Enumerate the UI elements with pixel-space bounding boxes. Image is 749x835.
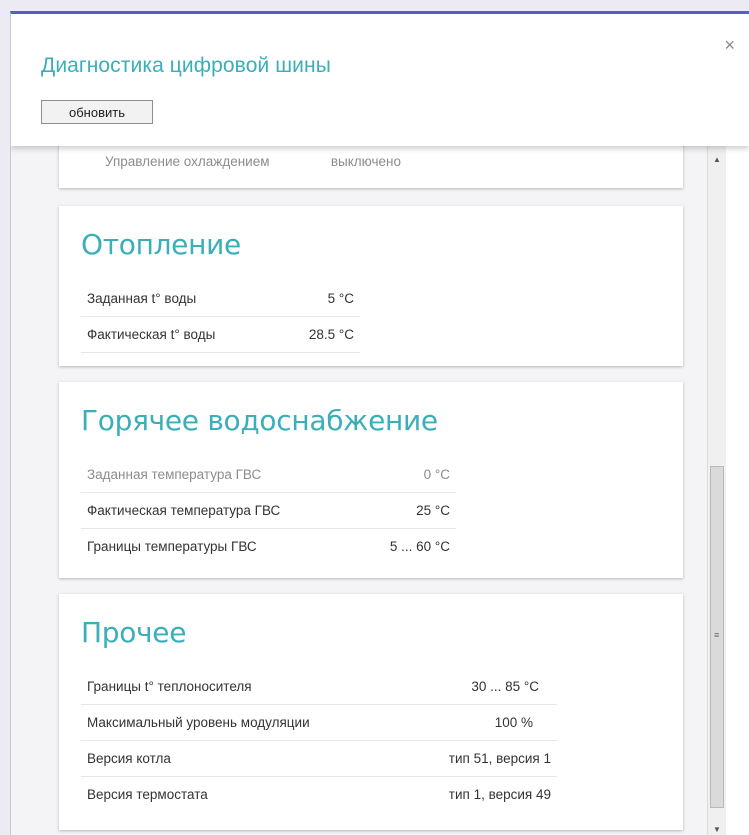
table-row: Фактическая температура ГВС 25 °C bbox=[81, 493, 456, 529]
diagnostics-scroll-area[interactable]: Управление охлаждением выключено Отоплен… bbox=[11, 146, 707, 835]
row-label: Фактическая t° воды bbox=[87, 327, 216, 342]
row-label: Границы температуры ГВС bbox=[87, 539, 257, 554]
row-label: Версия термостата bbox=[87, 787, 208, 802]
refresh-button[interactable]: обновить bbox=[41, 100, 153, 124]
row-value: 100 % bbox=[494, 715, 533, 730]
table-row: Версия котла тип 51, версия 1 bbox=[81, 741, 557, 777]
scroll-thumb[interactable]: ≡ bbox=[710, 466, 724, 808]
heating-title: Отопление bbox=[81, 228, 241, 261]
dialog-title: Диагностика цифровой шины bbox=[41, 54, 331, 77]
dialog-header: Диагностика цифровой шины обновить × bbox=[11, 14, 749, 146]
scroll-up-arrow-icon[interactable]: ▲ bbox=[708, 152, 726, 168]
vertical-scrollbar[interactable]: ▲ ≡ ▼ bbox=[707, 146, 726, 835]
row-value: 25 °C bbox=[416, 503, 450, 518]
cooling-card: Управление охлаждением выключено bbox=[59, 146, 683, 188]
table-row: Заданная t° воды 5 °C bbox=[81, 281, 360, 317]
scroll-down-arrow-icon[interactable]: ▼ bbox=[708, 822, 726, 835]
table-row: Заданная температура ГВС 0 °C bbox=[81, 457, 456, 493]
hot-water-title: Горячее водоснабжение bbox=[81, 404, 438, 437]
row-value: 0 °C bbox=[423, 467, 450, 482]
row-label: Заданная температура ГВС bbox=[87, 467, 262, 482]
diagnostics-dialog: Диагностика цифровой шины обновить × Упр… bbox=[10, 11, 749, 835]
table-row: Управление охлаждением выключено bbox=[81, 146, 461, 182]
row-label: Заданная t° воды bbox=[87, 291, 197, 306]
grip-icon: ≡ bbox=[714, 630, 720, 640]
other-card: Прочее Границы t° теплоносителя 30 ... 8… bbox=[59, 594, 683, 830]
table-row: Фактическая t° воды 28.5 °C bbox=[81, 317, 360, 353]
table-row: Версия термостата тип 1, версия 49 bbox=[81, 777, 557, 813]
row-label: Управление охлаждением bbox=[105, 154, 270, 169]
row-value: выключено bbox=[330, 154, 401, 169]
row-label: Версия котла bbox=[87, 751, 171, 766]
row-value: тип 51, версия 1 bbox=[448, 751, 551, 766]
row-value: 5 °C bbox=[327, 291, 354, 306]
row-label: Границы t° теплоносителя bbox=[87, 679, 252, 694]
table-row: Границы температуры ГВС 5 ... 60 °C bbox=[81, 529, 456, 565]
close-icon[interactable]: × bbox=[724, 36, 735, 54]
other-title: Прочее bbox=[81, 616, 187, 649]
row-label: Максимальный уровень модуляции bbox=[87, 715, 310, 730]
row-value: тип 1, версия 49 bbox=[448, 787, 551, 802]
hot-water-card: Горячее водоснабжение Заданная температу… bbox=[59, 382, 683, 578]
table-row: Границы t° теплоносителя 30 ... 85 °C bbox=[81, 669, 557, 705]
row-value: 5 ... 60 °C bbox=[389, 539, 450, 554]
table-row: Максимальный уровень модуляции 100 % bbox=[81, 705, 557, 741]
heating-card: Отопление Заданная t° воды 5 °C Фактичес… bbox=[59, 206, 683, 366]
row-label: Фактическая температура ГВС bbox=[87, 503, 281, 518]
row-value: 30 ... 85 °C bbox=[471, 679, 539, 694]
row-value: 28.5 °C bbox=[308, 327, 354, 342]
